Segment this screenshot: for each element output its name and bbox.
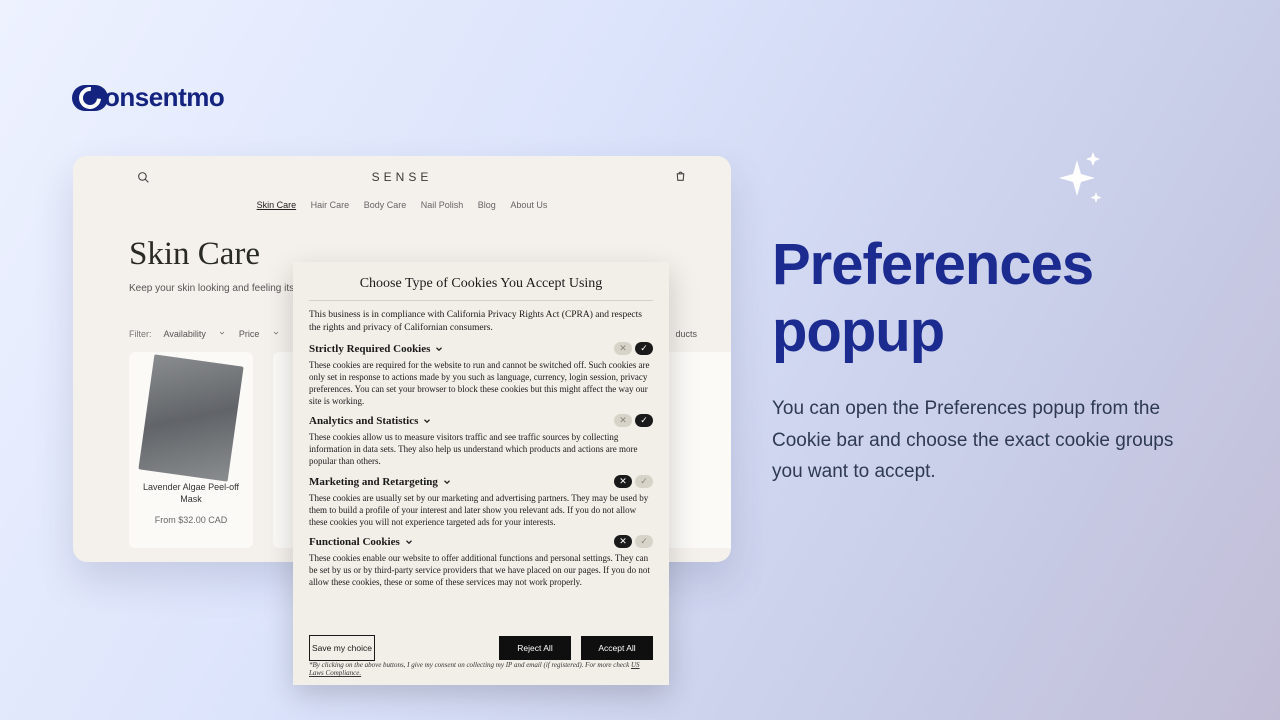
cart-icon[interactable] bbox=[674, 170, 687, 183]
toggle-on[interactable]: ✓ bbox=[635, 535, 653, 548]
toggle-group: ✕ ✓ bbox=[614, 342, 653, 355]
category-desc: These cookies allow us to measure visito… bbox=[309, 431, 653, 467]
category-header[interactable]: Analytics and Statistics bbox=[309, 415, 653, 427]
product-card[interactable]: Lavender Algae Peel-off Mask From $32.00… bbox=[129, 352, 253, 548]
popup-intro: This business is in compliance with Cali… bbox=[309, 309, 653, 335]
toggle-off[interactable]: ✕ bbox=[614, 535, 632, 548]
product-name: Lavender Algae Peel-off Mask bbox=[137, 482, 245, 505]
chevron-down-icon bbox=[404, 537, 414, 547]
page-subtitle: Keep your skin looking and feeling its bbox=[129, 283, 294, 294]
category-header[interactable]: Strictly Required Cookies bbox=[309, 343, 653, 355]
toggle-on[interactable]: ✓ bbox=[635, 342, 653, 355]
category-header[interactable]: Functional Cookies bbox=[309, 536, 653, 548]
category-desc: These cookies are required for the websi… bbox=[309, 359, 653, 408]
nav-body-care[interactable]: Body Care bbox=[364, 200, 407, 210]
toggle-off[interactable]: ✕ bbox=[614, 342, 632, 355]
brand-logo: onsentmo bbox=[72, 82, 224, 113]
preferences-popup: Choose Type of Cookies You Accept Using … bbox=[293, 262, 669, 685]
product-price: From $32.00 CAD bbox=[137, 515, 245, 525]
toggle-off[interactable]: ✕ bbox=[614, 475, 632, 488]
accept-all-button[interactable]: Accept All bbox=[581, 636, 653, 660]
toggle-group: ✕ ✓ bbox=[614, 414, 653, 427]
site-nav: Skin Care Hair Care Body Care Nail Polis… bbox=[73, 200, 731, 210]
toggle-on[interactable]: ✓ bbox=[635, 414, 653, 427]
category-desc: These cookies are usually set by our mar… bbox=[309, 492, 653, 528]
sort-fragment: ducts bbox=[675, 329, 697, 339]
popup-title: Choose Type of Cookies You Accept Using bbox=[309, 276, 653, 301]
sparkle-icon bbox=[1052, 148, 1102, 208]
toggle-on[interactable]: ✓ bbox=[635, 475, 653, 488]
nav-skin-care[interactable]: Skin Care bbox=[257, 200, 297, 210]
cookie-category-functional: Functional Cookies ✕ ✓ These cookies ena… bbox=[309, 536, 653, 588]
chevron-down-icon bbox=[272, 329, 280, 337]
page-title: Skin Care bbox=[129, 236, 260, 273]
cookie-category-marketing: Marketing and Retargeting ✕ ✓ These cook… bbox=[309, 476, 653, 528]
promo-heading: Preferences popup bbox=[772, 232, 1232, 365]
logo-text: onsentmo bbox=[104, 82, 224, 113]
cookie-category-strictly-required: Strictly Required Cookies ✕ ✓ These cook… bbox=[309, 343, 653, 408]
chevron-down-icon bbox=[442, 477, 452, 487]
filter-price[interactable]: Price bbox=[239, 329, 280, 339]
footnote-text: *By clicking on the above buttons, I giv… bbox=[309, 661, 631, 669]
save-choice-button[interactable]: Save my choice bbox=[309, 635, 375, 661]
popup-footnote: *By clicking on the above buttons, I giv… bbox=[309, 661, 653, 677]
popup-actions: Save my choice Reject All Accept All bbox=[309, 635, 653, 661]
cookie-category-analytics: Analytics and Statistics ✕ ✓ These cooki… bbox=[309, 415, 653, 467]
product-image bbox=[138, 354, 243, 481]
category-title: Analytics and Statistics bbox=[309, 415, 418, 427]
filter-label: Filter: bbox=[129, 329, 152, 339]
chevron-down-icon bbox=[422, 416, 432, 426]
promo-body: You can open the Preferences popup from … bbox=[772, 393, 1202, 487]
filter-availability[interactable]: Availability bbox=[164, 329, 227, 339]
chevron-down-icon bbox=[218, 329, 226, 337]
filter-row: Filter: Availability Price bbox=[129, 329, 290, 339]
chevron-down-icon bbox=[434, 344, 444, 354]
nav-about[interactable]: About Us bbox=[510, 200, 547, 210]
logo-badge bbox=[72, 85, 108, 111]
toggle-off[interactable]: ✕ bbox=[614, 414, 632, 427]
nav-hair-care[interactable]: Hair Care bbox=[311, 200, 350, 210]
category-header[interactable]: Marketing and Retargeting bbox=[309, 476, 653, 488]
category-title: Strictly Required Cookies bbox=[309, 343, 430, 355]
nav-blog[interactable]: Blog bbox=[478, 200, 496, 210]
category-title: Marketing and Retargeting bbox=[309, 476, 438, 488]
category-title: Functional Cookies bbox=[309, 536, 400, 548]
toggle-group: ✕ ✓ bbox=[614, 535, 653, 548]
promo-column: Preferences popup You can open the Prefe… bbox=[772, 150, 1232, 487]
site-brand: SENSE bbox=[73, 170, 731, 184]
nav-nail-polish[interactable]: Nail Polish bbox=[421, 200, 464, 210]
toggle-group: ✕ ✓ bbox=[614, 475, 653, 488]
reject-all-button[interactable]: Reject All bbox=[499, 636, 571, 660]
category-desc: These cookies enable our website to offe… bbox=[309, 552, 653, 588]
